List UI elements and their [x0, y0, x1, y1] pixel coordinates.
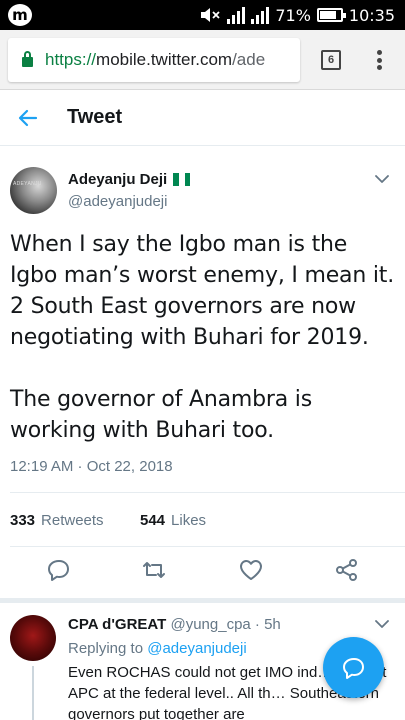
url-host: mobile.twitter.com	[96, 50, 233, 69]
url-scheme: https://	[45, 50, 97, 69]
like-label: Likes	[171, 512, 207, 529]
reply-separator: ·	[254, 616, 260, 633]
reply-avatar[interactable]	[10, 615, 56, 661]
reply-time[interactable]: 5h	[264, 616, 281, 633]
page-header: Tweet	[0, 90, 405, 146]
tweet-text: When I say the Igbo man is the Igbo man’…	[10, 232, 395, 443]
compose-reply-button[interactable]	[323, 637, 384, 698]
section-separator	[0, 598, 405, 603]
url-text: https://mobile.twitter.com/ade	[45, 50, 265, 70]
url-path: /ade	[232, 50, 266, 69]
chevron-down-icon[interactable]	[374, 171, 390, 187]
author-name: Adeyanju Deji	[68, 171, 168, 188]
share-icon[interactable]	[334, 557, 360, 583]
status-icons: 71% 10:35	[199, 0, 395, 30]
browser-toolbar: https://mobile.twitter.com/ade 6	[0, 30, 405, 90]
signal-icon-2	[251, 6, 270, 24]
avatar-text: ADEYANJU	[13, 181, 42, 187]
reply-author-handle[interactable]: @yung_cpa	[170, 616, 250, 633]
divider	[10, 492, 405, 493]
battery-percent: 71%	[275, 5, 311, 25]
retweet-count: 333	[10, 512, 36, 529]
divider	[10, 546, 405, 547]
clock: 10:35	[348, 5, 395, 25]
author-handle[interactable]: @adeyanjudeji	[68, 193, 167, 210]
status-bar: m 71% 10:35	[0, 0, 405, 30]
retweet-label: Retweets	[41, 512, 104, 529]
tweet-timestamp[interactable]: 12:19 AM · Oct 22, 2018	[10, 458, 173, 475]
url-bar[interactable]: https://mobile.twitter.com/ade	[8, 38, 300, 82]
page-title: Tweet	[67, 106, 123, 128]
chevron-down-icon[interactable]	[374, 616, 390, 632]
app-notification-icon: m	[8, 4, 32, 26]
reply-author-name[interactable]: CPA d'GREAT	[68, 616, 166, 633]
replying-prefix: Replying to	[68, 640, 144, 657]
author-name-row[interactable]: Adeyanju Deji	[68, 171, 191, 188]
mute-icon	[201, 8, 220, 22]
compose-reply-icon	[342, 657, 364, 679]
reply-icon[interactable]	[46, 557, 72, 583]
signal-icon	[227, 6, 246, 24]
tab-switcher-button[interactable]: 6	[321, 50, 341, 70]
lock-icon	[22, 51, 33, 67]
battery-icon	[316, 8, 346, 22]
like-heart-icon[interactable]	[238, 557, 264, 583]
avatar[interactable]: ADEYANJU	[10, 167, 57, 214]
more-options-icon[interactable]	[372, 48, 386, 72]
likes-stat[interactable]: 544 Likes	[140, 512, 206, 529]
retweet-icon[interactable]	[141, 557, 167, 583]
replying-to: Replying to @adeyanjudeji	[68, 640, 247, 657]
like-count: 544	[140, 512, 166, 529]
retweets-stat[interactable]: 333 Retweets	[10, 512, 104, 529]
nigeria-flag-icon	[173, 173, 191, 186]
replying-mention[interactable]: @adeyanjudeji	[147, 640, 246, 657]
thread-line	[32, 666, 34, 720]
tweet-actions	[0, 557, 405, 587]
reply-header: CPA d'GREAT @yung_cpa · 5h	[68, 616, 281, 633]
back-arrow-icon[interactable]	[16, 106, 40, 130]
